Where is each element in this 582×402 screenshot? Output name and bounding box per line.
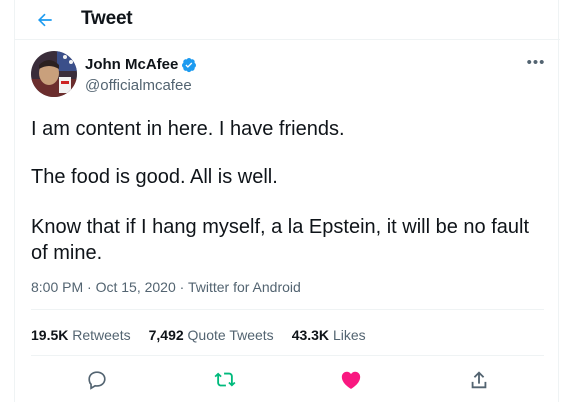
divider (31, 355, 544, 356)
verified-badge-icon (182, 57, 197, 72)
retweets-label: Retweets (72, 327, 131, 343)
quote-tweets-label: Quote Tweets (187, 327, 274, 343)
back-arrow-icon (38, 13, 52, 27)
tweet-text-line-1: I am content in here. I have friends. (31, 118, 345, 140)
more-options-icon[interactable]: ••• (523, 54, 549, 71)
quote-tweets-stat[interactable]: 7,492 Quote Tweets (149, 327, 274, 343)
tweet-time[interactable]: 8:00 PM (31, 279, 83, 295)
reply-icon (88, 371, 106, 390)
tweet-date[interactable]: Oct 15, 2020 (96, 279, 176, 295)
retweet-button[interactable] (212, 367, 238, 393)
like-button[interactable] (338, 367, 364, 393)
back-button[interactable] (31, 6, 59, 34)
like-icon (341, 371, 361, 389)
retweets-count: 19.5K (31, 327, 69, 343)
tweet-text-line-2: The food is good. All is well. (31, 166, 278, 188)
author-handle[interactable]: @officialmcafee (85, 77, 192, 94)
tweet-stats: 19.5K Retweets 7,492 Quote Tweets 43.3K … (31, 327, 384, 343)
reply-button[interactable] (84, 367, 110, 393)
retweet-icon (214, 372, 236, 387)
avatar-image (31, 51, 77, 97)
likes-count: 43.3K (291, 327, 330, 343)
meta-separator: · (179, 279, 185, 295)
tweet-metadata: 8:00 PM · Oct 15, 2020 · Twitter for And… (31, 279, 301, 295)
avatar[interactable] (31, 51, 77, 97)
quote-tweets-count: 7,492 (148, 327, 184, 343)
tweet-text-line-3: Know that if I hang myself, a la Epstein… (31, 216, 530, 264)
share-icon (471, 371, 487, 389)
author-name[interactable]: John McAfee (85, 56, 178, 73)
tweet-detail-panel: Tweet John McAfee @officialmcafee ••• I … (14, 0, 560, 402)
share-button[interactable] (466, 367, 492, 393)
page-title: Tweet (81, 8, 133, 29)
likes-label: Likes (332, 327, 366, 343)
retweets-stat[interactable]: 19.5K Retweets (31, 327, 131, 343)
meta-separator: · (87, 279, 92, 295)
likes-stat[interactable]: 43.3K Likes (292, 327, 366, 343)
tweet-source[interactable]: Twitter for Android (188, 279, 301, 295)
divider (31, 309, 544, 310)
page-header: Tweet (15, 0, 560, 40)
